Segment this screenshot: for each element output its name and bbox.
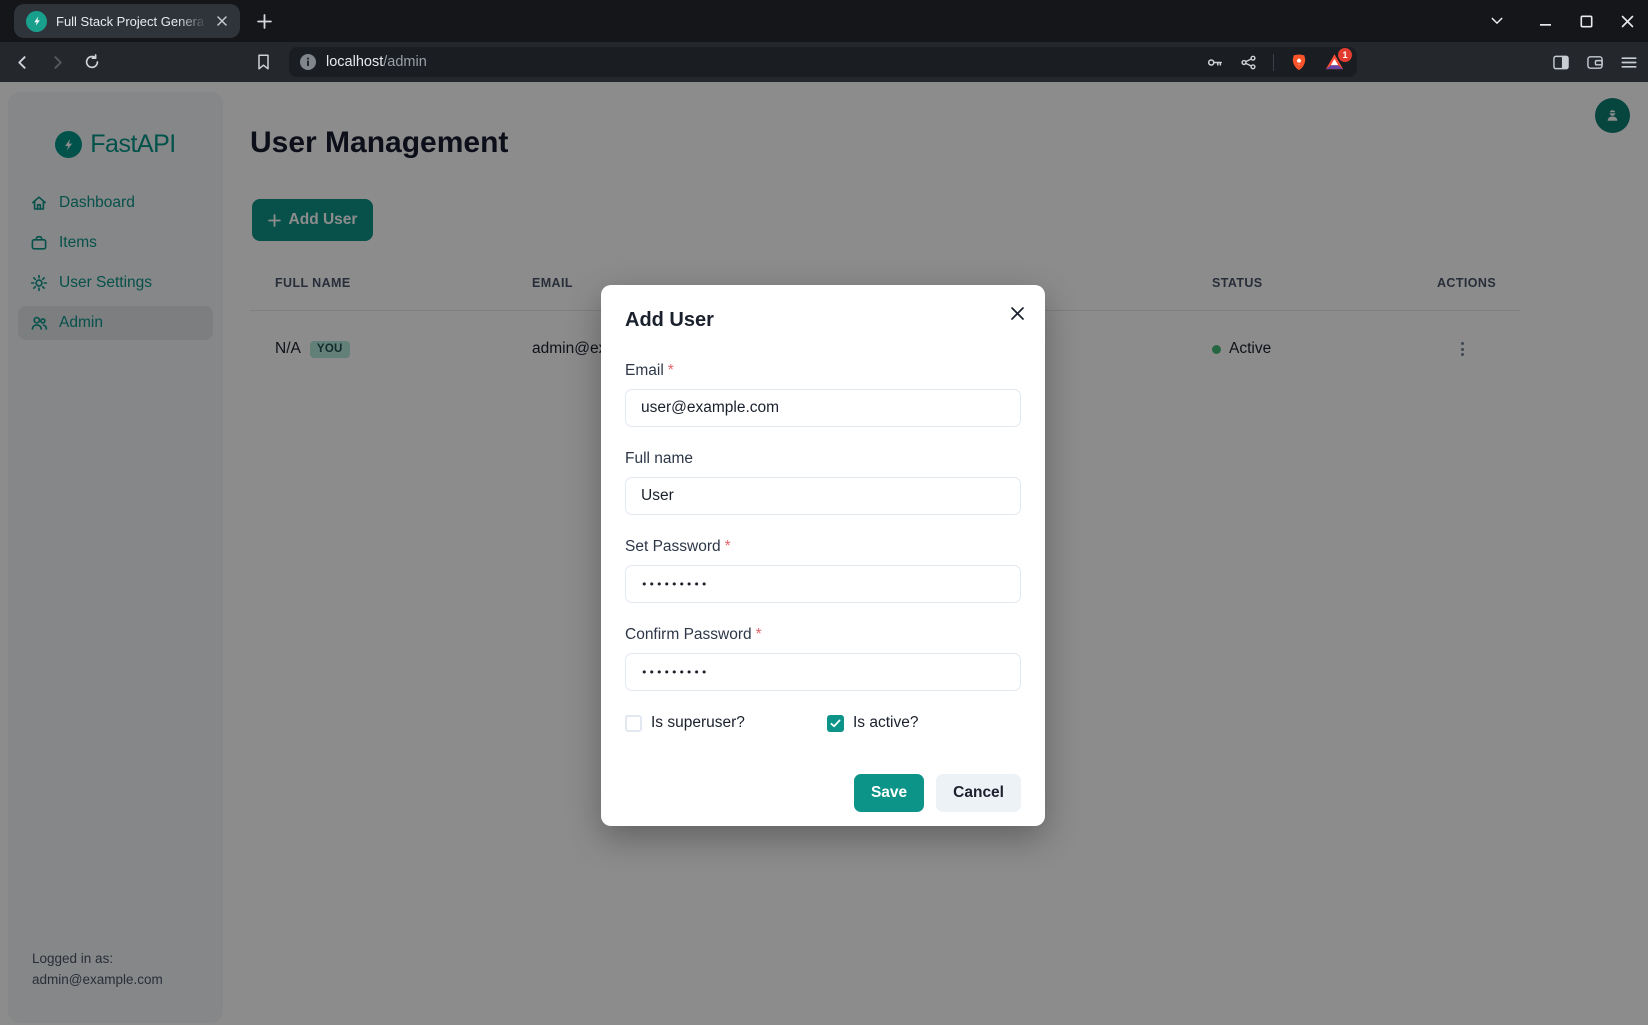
cancel-button[interactable]: Cancel [936,774,1021,812]
required-asterisk: * [725,538,731,555]
forward-button[interactable] [49,54,65,70]
required-asterisk: * [756,626,762,643]
url-text: localhost/admin [326,54,1207,70]
checkbox-unchecked-icon[interactable] [625,715,642,732]
browser-tab[interactable]: Full Stack Project Genera [14,4,240,38]
window-maximize-button[interactable] [1575,10,1597,32]
save-button[interactable]: Save [854,774,924,812]
confirm-password-label: Confirm Password* [625,626,1021,644]
modal-close-icon[interactable] [1002,298,1032,328]
confirm-password-field-group: Confirm Password* [625,626,1021,691]
tab-search-chevron-icon[interactable] [1486,10,1508,32]
window-minimize-button[interactable] [1534,10,1556,32]
set-password-label: Set Password* [625,538,1021,556]
full-name-field-group: Full name [625,450,1021,515]
confirm-password-field[interactable] [625,653,1021,691]
reload-button[interactable] [84,54,100,70]
share-icon[interactable] [1240,54,1256,70]
set-password-field-group: Set Password* [625,538,1021,603]
url-bar[interactable]: localhost/admin 1 [289,47,1357,77]
email-field[interactable] [625,389,1021,427]
full-name-field[interactable] [625,477,1021,515]
email-field-group: Email* [625,362,1021,427]
password-key-icon[interactable] [1207,54,1223,70]
page-content: FastAPI Dashboard Items User Settings [0,82,1648,1025]
is-active-label: Is active? [853,714,918,732]
tab-title: Full Stack Project Genera [56,14,212,29]
back-button[interactable] [14,54,30,70]
bookmark-icon[interactable] [255,54,271,70]
site-info-icon[interactable] [299,53,317,71]
brave-rewards-icon[interactable]: 1 [1324,53,1345,71]
full-name-label: Full name [625,450,1021,468]
is-active-checkbox[interactable]: Is active? [827,714,1021,732]
email-label: Email* [625,362,1021,380]
new-tab-button[interactable] [255,12,273,30]
checkbox-checked-icon[interactable] [827,715,844,732]
is-superuser-label: Is superuser? [651,714,745,732]
required-asterisk: * [668,362,674,379]
is-superuser-checkbox[interactable]: Is superuser? [625,714,827,732]
tab-close-icon[interactable] [212,11,232,31]
set-password-field[interactable] [625,565,1021,603]
fastapi-favicon-icon [26,11,47,32]
browser-toolbar: localhost/admin 1 [0,42,1648,82]
browser-tab-bar: Full Stack Project Genera [0,0,1648,42]
brave-shield-icon[interactable] [1291,54,1307,70]
add-user-modal: Add User Email* Full name Set Password* … [601,285,1045,826]
sidebar-panel-icon[interactable] [1553,54,1569,70]
wallet-icon[interactable] [1587,54,1603,70]
modal-title: Add User [625,309,1021,332]
toolbar-divider [1273,54,1274,71]
window-close-button[interactable] [1616,10,1638,32]
menu-hamburger-icon[interactable] [1621,54,1637,70]
rewards-badge: 1 [1338,48,1352,62]
